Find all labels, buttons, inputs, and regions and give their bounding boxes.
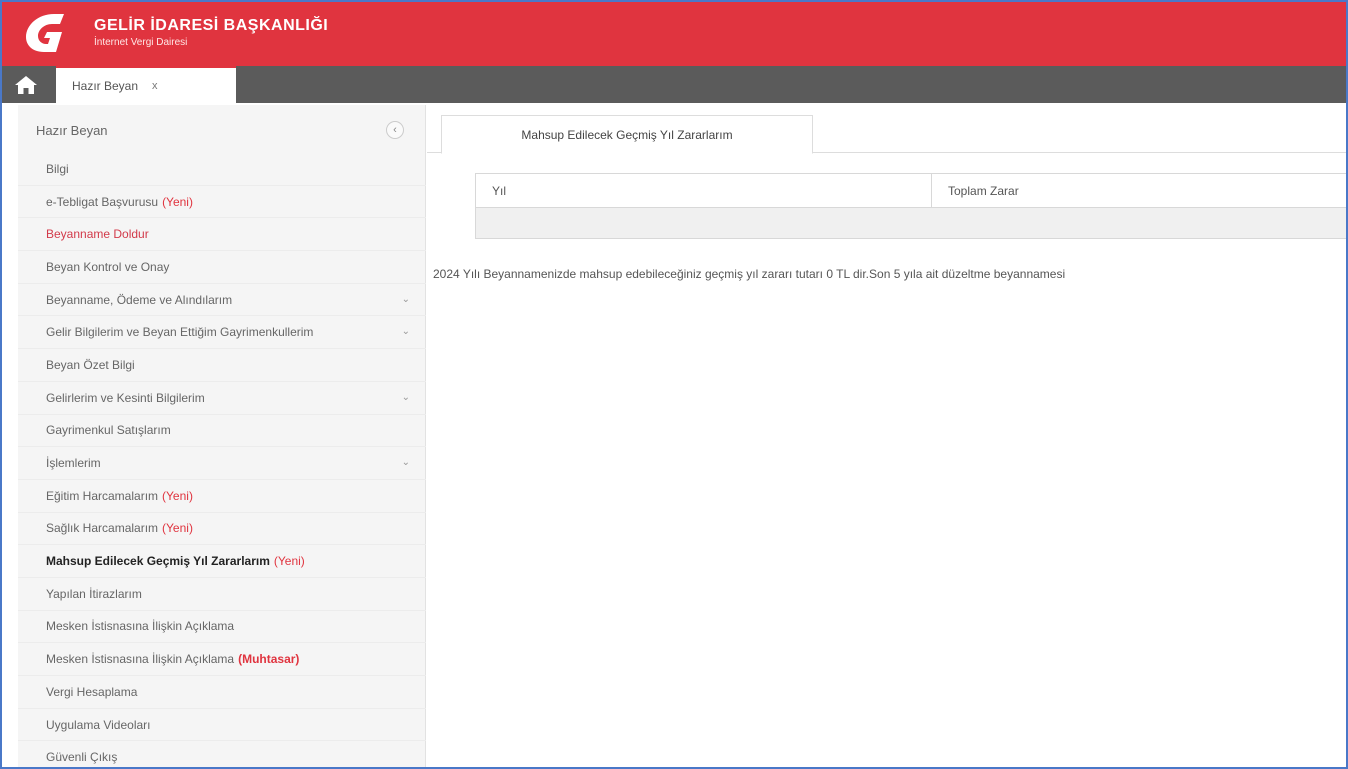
tab-close-icon[interactable]: x [152,80,158,92]
chevron-down-icon: ⌄ [401,457,410,469]
sidebar-item[interactable]: Uygulama Videoları [18,709,426,742]
gib-logo-icon [26,14,64,52]
sidebar-item[interactable]: Beyan Kontrol ve Onay [18,251,426,284]
table-empty-row [476,208,1346,238]
chevron-down-icon: ⌄ [401,293,410,305]
sidebar-item[interactable]: Vergi Hesaplama [18,676,426,709]
brand-title: GELİR İDARESİ BAŞKANLIĞI [94,17,329,34]
sidebar-item-label: Mesken İstisnasına İlişkin Açıklama [46,619,235,634]
sidebar-item-label: Gelirlerim ve Kesinti Bilgilerim [46,390,205,405]
home-icon [15,76,37,94]
content-tabs: Mahsup Edilecek Geçmiş Yıl Zararlarım [427,115,1346,154]
info-message: 2024 Yılı Beyannamenizde mahsup edebilec… [433,267,1066,281]
sidebar-menu: Bilgi e-Tebligat Başvurusu (Yeni) Beyanname… [18,153,426,767]
sidebar-item[interactable]: Güvenli Çıkış [18,741,426,767]
sidebar-item-label: Beyan Kontrol ve Onay [46,259,170,274]
sidebar-item[interactable]: Beyanname Doldur [18,218,426,252]
sidebar-item-label: Mahsup Edilecek Geçmiş Yıl Zararlarım [46,554,270,569]
sidebar-item-label: Sağlık Harcamalarım [46,521,159,536]
main-content: Mahsup Edilecek Geçmiş Yıl Zararlarım Yı… [427,105,1346,767]
new-badge: (Yeni) [162,521,193,536]
sidebar-item-label: Yapılan İtirazlarım [46,586,142,601]
sidebar-item-label: e-Tebligat Başvurusu [46,194,159,209]
tab-bar: Hazır Beyan x [2,66,1346,103]
sidebar-item-label: Mesken İstisnasına İlişkin Açıklama [46,652,235,667]
column-header-total-loss[interactable]: Toplam Zarar [932,174,1346,207]
sidebar-item[interactable]: Gelir Bilgilerim ve Beyan Ettiğim Gayrim… [18,316,426,350]
sidebar-item-label: Eğitim Harcamalarım [46,488,159,503]
sidebar-item[interactable]: Sağlık Harcamalarım (Yeni) [18,513,426,546]
column-header-year[interactable]: Yıl [476,174,932,207]
sidebar-item-label: İşlemlerim [46,456,101,471]
sidebar-title: Hazır Beyan [36,123,108,138]
new-badge: (Muhtasar) [238,652,300,667]
sidebar-item-label: Gelir Bilgilerim ve Beyan Ettiğim Gayrim… [46,325,314,340]
sidebar-header: Hazır Beyan ‹ [18,105,426,153]
new-badge: (Yeni) [162,488,193,503]
sidebar-item-label: Güvenli Çıkış [46,750,118,765]
sidebar-collapse-button[interactable]: ‹ [386,121,404,139]
sidebar-item[interactable]: Eğitim Harcamalarım (Yeni) [18,480,426,513]
sidebar-item[interactable]: Gayrimenkul Satışlarım [18,415,426,448]
losses-table: Yıl Toplam Zarar [475,173,1346,239]
sidebar-item[interactable]: Yapılan İtirazlarım [18,578,426,611]
sidebar: Hazır Beyan ‹ Bilgi e-Tebligat Başvurusu(… [18,105,426,767]
browser-frame: GELİR İDARESİ BAŞKANLIĞI İnternet Vergi … [0,0,1348,769]
sidebar-item[interactable]: Mesken İstisnasına İlişkin Açıklama [18,611,426,644]
home-button[interactable] [10,72,42,98]
sidebar-item[interactable]: İşlemlerim ⌄ [18,447,426,480]
brand-subtitle: İnternet Vergi Dairesi [94,37,188,48]
sidebar-item-label: Vergi Hesaplama [46,684,138,699]
sidebar-item[interactable]: Gelirlerim ve Kesinti Bilgilerim ⌄ [18,382,426,415]
sidebar-item-label: Bilgi [46,161,69,176]
new-badge: (Yeni) [162,194,193,209]
sidebar-item[interactable]: Mesken İstisnasına İlişkin Açıklama (Muht… [18,643,426,676]
sidebar-item-label: Beyanname, Ödeme ve Alındılarım [46,292,233,307]
new-badge: (Yeni) [273,554,305,569]
chevron-down-icon: ⌄ [401,391,410,403]
sidebar-item[interactable]: Mahsup Edilecek Geçmiş Yıl Zararlarım (Ye… [18,545,426,578]
sidebar-item-label: Beyanname Doldur [46,227,149,242]
chevron-down-icon: ⌄ [401,326,410,338]
tab-mahsup-zararlar[interactable]: Mahsup Edilecek Geçmiş Yıl Zararlarım [441,115,813,154]
sidebar-item-label: Beyan Özet Bilgi [46,357,135,372]
sidebar-item[interactable]: Beyanname, Ödeme ve Alındılarım ⌄ [18,284,426,317]
app-header: GELİR İDARESİ BAŞKANLIĞI İnternet Vergi … [2,2,1346,66]
sidebar-item-label: Uygulama Videoları [46,717,151,732]
sidebar-item-label: Gayrimenkul Satışlarım [46,423,171,438]
sidebar-item[interactable]: e-Tebligat Başvurusu (Yeni) [18,186,426,219]
table-header: Yıl Toplam Zarar [476,174,1346,208]
tab-hazir-beyan[interactable]: Hazır Beyan x [56,66,236,103]
sidebar-item[interactable]: Bilgi [18,153,426,186]
sidebar-item[interactable]: Beyan Özet Bilgi [18,349,426,382]
tab-label: Hazır Beyan [72,78,139,93]
